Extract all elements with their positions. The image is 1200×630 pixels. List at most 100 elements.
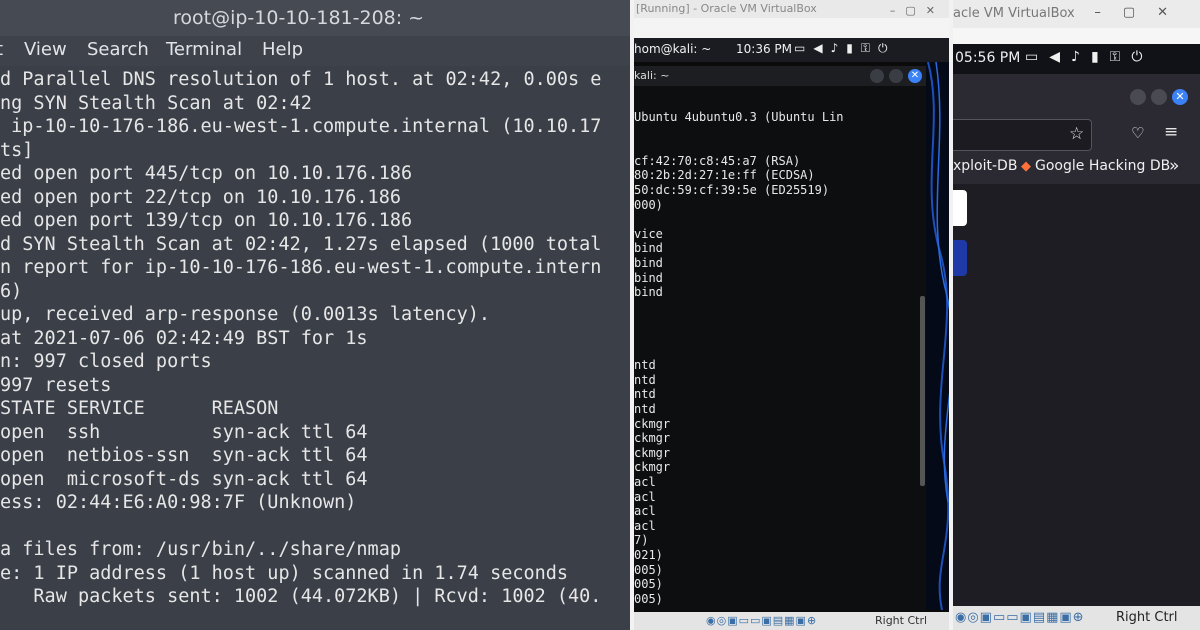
output-line: up, received arp-response (0.0013s laten… — [0, 304, 491, 325]
menu-edit-fragment[interactable]: t — [0, 39, 3, 60]
virtualbox-window-middle: [Running] - Oracle VM VirtualBox –▢✕ hom… — [634, 0, 949, 630]
hamburger-menu-icon[interactable]: ≡ — [1164, 122, 1178, 142]
minimize-icon[interactable] — [1130, 89, 1146, 105]
output-line: 7) — [634, 533, 649, 548]
pocket-icon[interactable]: ♡ — [1131, 124, 1144, 142]
output-line: ip-10-10-176-186.eu-west-1.compute.inter… — [0, 116, 602, 137]
output-line: Raw packets sent: 1002 (44.072KB) | Rcvd… — [0, 586, 602, 607]
clock[interactable]: 10:36 PM — [736, 42, 792, 56]
menu-search[interactable]: Search — [87, 39, 149, 60]
text-input[interactable] — [953, 190, 967, 226]
output-line: Ubuntu 4ubuntu0.3 (Ubuntu Lin — [634, 110, 844, 124]
output-line: ed open port 22/tcp on 10.10.176.186 — [0, 186, 401, 208]
output-line: open microsoft-ds syn-ack ttl 64 — [0, 468, 368, 490]
vbox-menubar — [634, 18, 949, 38]
chevron-right-icon[interactable]: » — [1169, 156, 1179, 176]
terminal-window-main: root@ip-10-10-181-208: ~ t View Search T… — [0, 0, 630, 630]
host-key-label: Right Ctrl — [1116, 610, 1178, 625]
tray-icons[interactable]: ▭◀♪▮⚿⏻ — [1025, 49, 1153, 65]
output-line: bind — [634, 241, 663, 256]
clock[interactable]: 05:56 PM — [955, 50, 1020, 66]
menu-help[interactable]: Help — [262, 39, 303, 60]
minimize-icon[interactable] — [870, 69, 884, 83]
output-line: a files from: /usr/bin/../share/nmap — [0, 539, 401, 560]
output-line: bind — [634, 256, 663, 270]
output-line: ckmgr — [634, 416, 671, 431]
bell-icon[interactable]: ♪ — [1071, 49, 1091, 65]
output-line: 021) — [634, 548, 663, 562]
terminal-titlebar: kali: ~ ✕ — [634, 66, 926, 86]
tray-icons[interactable]: ▭◀♪▮⚿⏻ — [794, 41, 896, 56]
close-icon[interactable]: ✕ — [1172, 89, 1188, 105]
lock-icon[interactable]: ⚿ — [1110, 49, 1132, 65]
battery-icon[interactable]: ▮ — [846, 41, 861, 55]
output-line: ed open port 139/tcp on 10.10.176.186 — [0, 210, 413, 231]
vbox-titlebar: [Running] - Oracle VM VirtualBox –▢✕ — [634, 0, 949, 18]
lock-icon[interactable]: ⚿ — [861, 41, 878, 55]
output-line: d SYN Stealth Scan at 02:42, 1.27s elaps… — [0, 233, 602, 255]
maximize-icon[interactable] — [889, 69, 903, 83]
kali-panel: 05:56 PM ▭◀♪▮⚿⏻ — [953, 44, 1200, 74]
menu-terminal[interactable]: Terminal — [166, 39, 242, 60]
vbox-statusbar: ◉◎▣▭▭▣▤▦▣⊕ Right Ctrl — [953, 606, 1200, 630]
output-line: vice — [634, 226, 663, 241]
volume-icon[interactable]: ◀ — [813, 41, 830, 55]
desktop-wallpaper — [926, 62, 949, 610]
host-key-label: Right Ctrl — [875, 614, 928, 627]
window-controls[interactable]: –▢✕ — [1094, 5, 1190, 20]
terminal-title: root@ip-10-10-181-208: ~ — [173, 7, 425, 29]
terminal-output[interactable]: d Parallel DNS resolution of 1 host. at … — [0, 68, 630, 630]
menu-view[interactable]: View — [24, 39, 67, 60]
output-line: ts] — [0, 139, 34, 161]
maximize-icon[interactable] — [1151, 89, 1167, 105]
display-icon[interactable]: ▭ — [794, 41, 813, 55]
power-icon[interactable]: ⏻ — [878, 41, 896, 55]
bookmark-label: Google Hacking DB — [1035, 158, 1171, 174]
output-line: open ssh syn-ack ttl 64 — [0, 421, 368, 443]
output-line: 005) — [634, 577, 663, 592]
display-icon[interactable]: ▭ — [1025, 49, 1049, 65]
power-icon[interactable]: ⏻ — [1131, 49, 1153, 65]
vbox-status-icons[interactable]: ◉◎▣▭▭▣▤▦▣⊕ — [706, 612, 817, 630]
bookmark-google-hacking-db[interactable]: ◆ Google Hacking DB — [1021, 158, 1170, 174]
close-icon[interactable]: ✕ — [908, 69, 922, 83]
wallpaper-contours — [927, 62, 949, 610]
taskbar-tab[interactable]: hom@kali: ~ — [634, 42, 711, 56]
output-line: open netbios-ssn syn-ack ttl 64 — [0, 445, 368, 466]
output-line: 000) — [634, 197, 663, 212]
output-line: d Parallel DNS resolution of 1 host. at … — [0, 69, 602, 90]
vbox-titlebar: acle VM VirtualBox –▢✕ — [953, 0, 1200, 28]
output-line: acl — [634, 475, 656, 489]
terminal-output[interactable]: Ubuntu 4ubuntu0.3 (Ubuntu Lin cf:42:70:c8… — [634, 86, 926, 610]
submit-button[interactable] — [953, 240, 967, 276]
vbox-title: [Running] - Oracle VM VirtualBox — [636, 2, 817, 15]
kali-panel: hom@kali: ~ 10:36 PM ▭◀♪▮⚿⏻ — [634, 38, 949, 62]
virtualbox-window-right: acle VM VirtualBox –▢✕ 05:56 PM ▭◀♪▮⚿⏻ ✕… — [953, 0, 1200, 630]
output-line: n report for ip-10-10-176-186.eu-west-1.… — [0, 257, 602, 278]
output-line: acl — [634, 504, 656, 519]
output-line: acl — [634, 518, 656, 533]
output-line: 997 resets — [0, 374, 112, 396]
battery-icon[interactable]: ▮ — [1091, 49, 1110, 65]
output-line: ckmgr — [634, 431, 671, 446]
vbox-title: acle VM VirtualBox — [953, 6, 1075, 21]
output-line: at 2021-07-06 02:42:49 BST for 1s — [0, 327, 368, 349]
vbox-status-icons[interactable]: ◉◎▣▭▭▣▤▦▣⊕ — [955, 606, 1085, 630]
vbox-statusbar: ◉◎▣▭▭▣▤▦▣⊕ Right Ctrl — [634, 612, 949, 630]
output-line: n: 997 closed ports — [0, 351, 212, 372]
terminal-menubar: t View Search Terminal Help — [0, 36, 630, 66]
output-line: ess: 02:44:E6:A0:98:7F (Unknown) — [0, 492, 357, 513]
output-line: ntd — [634, 387, 656, 402]
terminal-titlebar: root@ip-10-10-181-208: ~ — [0, 0, 630, 36]
bell-icon[interactable]: ♪ — [831, 41, 847, 55]
output-line: ntd — [634, 372, 656, 387]
url-bar[interactable]: ☆ — [953, 119, 1092, 151]
output-line: ng SYN Stealth Scan at 02:42 — [0, 92, 312, 114]
prompt-line[interactable]: 10-10-181-208:~# — [0, 609, 263, 630]
scrollbar[interactable] — [920, 296, 925, 486]
bookmark-star-icon[interactable]: ☆ — [1069, 124, 1084, 144]
volume-icon[interactable]: ◀ — [1049, 49, 1071, 65]
terminal-title: kali: ~ — [634, 69, 670, 82]
bookmark-exploit-db[interactable]: xploit-DB — [953, 158, 1017, 174]
output-line: 50:dc:59:cf:39:5e (ED25519) — [634, 183, 830, 197]
